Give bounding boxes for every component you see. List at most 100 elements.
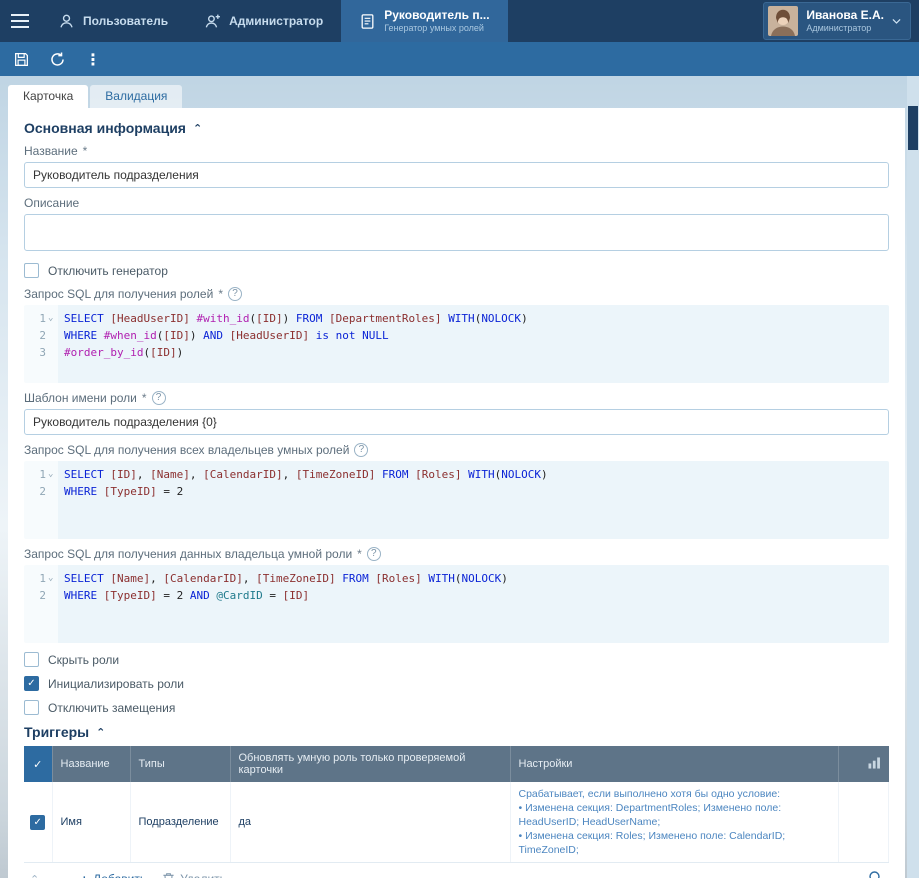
- checkbox-icon: ✓: [30, 815, 45, 830]
- help-icon[interactable]: ?: [354, 443, 368, 457]
- settings-line: Срабатывает, если выполнено хотя бы одно…: [519, 787, 831, 801]
- search-button[interactable]: [868, 870, 883, 878]
- cell-name: Имя: [52, 782, 130, 863]
- checkbox-disable-substitution[interactable]: ✓ Отключить замещения: [24, 700, 889, 715]
- column-header-chart[interactable]: [839, 746, 889, 782]
- sql-code: #order_by_id([ID]): [58, 344, 183, 361]
- tab-card[interactable]: Карточка: [8, 85, 88, 108]
- tab-user[interactable]: Пользователь: [40, 0, 186, 42]
- select-all-checkbox[interactable]: ✓: [24, 746, 52, 782]
- collapse-icon: ⌃: [96, 726, 105, 739]
- label-text: Запрос SQL для получения всех владельцев…: [24, 443, 349, 457]
- delete-row-button[interactable]: Удалить: [162, 872, 226, 878]
- field-label-template: Шаблон имени роли * ?: [24, 391, 889, 405]
- table-footer: ⌃ ⌄ + Добавить Удалить: [24, 863, 889, 878]
- move-down-icon[interactable]: ⌄: [55, 873, 64, 878]
- sql-line: 2WHERE [TypeID] = 2: [24, 483, 889, 500]
- cell-types: Подразделение: [130, 782, 230, 863]
- required-marker: *: [142, 391, 147, 405]
- settings-line: • Изменена секция: Roles; Изменено поле:…: [519, 829, 831, 857]
- required-marker: *: [83, 144, 88, 158]
- sql-editor-roles[interactable]: 1⌄SELECT [HeadUserID] #with_id([ID]) FRO…: [24, 305, 889, 383]
- section-title: Основная информация: [24, 120, 186, 136]
- row-checkbox-cell[interactable]: ✓: [24, 782, 52, 863]
- name-input[interactable]: [24, 162, 889, 188]
- help-icon[interactable]: ?: [367, 547, 381, 561]
- menu-icon[interactable]: [0, 0, 40, 42]
- column-header-update-only[interactable]: Обновлять умную роль только проверяемой …: [230, 746, 510, 782]
- required-marker: *: [218, 287, 223, 301]
- user-icon: [58, 13, 75, 30]
- sql-code: SELECT [HeadUserID] #with_id([ID]) FROM …: [58, 310, 528, 327]
- checkbox-icon: ✓: [24, 676, 39, 691]
- column-header-settings[interactable]: Настройки: [510, 746, 839, 782]
- table-header-row: ✓ Название Типы Обновлять умную роль тол…: [24, 746, 889, 782]
- save-icon: [13, 51, 30, 68]
- sql-code: SELECT [Name], [CalendarID], [TimeZoneID…: [58, 570, 508, 587]
- fold-icon[interactable]: ⌄: [46, 466, 58, 483]
- table-row[interactable]: ✓ Имя Подразделение да Срабатывает, если…: [24, 782, 889, 863]
- line-number: 2: [24, 483, 46, 500]
- label-text: Шаблон имени роли: [24, 391, 137, 405]
- line-number: 2: [24, 587, 46, 604]
- field-label-description: Описание: [24, 196, 889, 210]
- label-text: Название: [24, 144, 78, 158]
- fold-spacer: [46, 587, 58, 604]
- save-button[interactable]: [6, 45, 36, 73]
- chevron-down-icon: [892, 18, 901, 25]
- user-menu[interactable]: Иванова Е.А. Администратор: [763, 2, 911, 40]
- tab-validation[interactable]: Валидация: [90, 85, 182, 108]
- scrollbar-thumb[interactable]: [908, 106, 918, 150]
- line-number: 2: [24, 327, 46, 344]
- trash-icon: [162, 872, 175, 878]
- bar-chart-icon: [868, 757, 881, 769]
- sql-line: 1⌄SELECT [ID], [Name], [CalendarID], [Ti…: [24, 466, 889, 483]
- avatar: [768, 6, 798, 36]
- help-icon[interactable]: ?: [152, 391, 166, 405]
- line-number: 3: [24, 344, 46, 361]
- sql-line: 2WHERE [TypeID] = 2 AND @CardID = [ID]: [24, 587, 889, 604]
- document-icon: [359, 13, 376, 30]
- checkbox-init-roles[interactable]: ✓ Инициализировать роли: [24, 676, 889, 691]
- tab-role-generator[interactable]: Руководитель п... Генератор умных ролей: [341, 0, 507, 42]
- sql-editor-owners[interactable]: 1⌄SELECT [ID], [Name], [CalendarID], [Ti…: [24, 461, 889, 539]
- sql-line: 1⌄SELECT [HeadUserID] #with_id([ID]) FRO…: [24, 310, 889, 327]
- line-number: 1: [24, 570, 46, 587]
- tab-admin[interactable]: Администратор: [186, 0, 341, 42]
- fold-icon[interactable]: ⌄: [46, 310, 58, 327]
- triggers-table: ✓ Название Типы Обновлять умную роль тол…: [24, 746, 889, 863]
- checkbox-label: Инициализировать роли: [48, 677, 184, 691]
- column-header-types[interactable]: Типы: [130, 746, 230, 782]
- user-role: Администратор: [806, 23, 884, 34]
- card-form-panel: Основная информация ⌃ Название * Описани…: [8, 108, 905, 878]
- settings-line: • Изменена секция: DepartmentRoles; Изме…: [519, 801, 831, 829]
- checkbox-icon: ✓: [24, 652, 39, 667]
- fold-spacer: [46, 327, 58, 344]
- refresh-icon: [49, 51, 66, 68]
- fold-icon[interactable]: ⌄: [46, 570, 58, 587]
- column-header-name[interactable]: Название: [52, 746, 130, 782]
- checkbox-disable-generator[interactable]: ✓ Отключить генератор: [24, 263, 889, 278]
- field-label-name: Название *: [24, 144, 889, 158]
- label-text: Описание: [24, 196, 79, 210]
- refresh-button[interactable]: [42, 45, 72, 73]
- sql-editor-owner-data[interactable]: 1⌄SELECT [Name], [CalendarID], [TimeZone…: [24, 565, 889, 643]
- vertical-scrollbar[interactable]: [907, 76, 919, 878]
- sql-line: 3 #order_by_id([ID]): [24, 344, 889, 361]
- more-actions-button[interactable]: ⋮: [78, 45, 108, 73]
- user-plus-icon: [204, 13, 221, 30]
- tab-label: Администратор: [229, 14, 323, 28]
- user-name: Иванова Е.А.: [806, 8, 884, 23]
- role-name-template-input[interactable]: [24, 409, 889, 435]
- checkbox-hide-roles[interactable]: ✓ Скрыть роли: [24, 652, 889, 667]
- section-triggers[interactable]: Триггеры ⌃: [24, 724, 889, 740]
- section-main-info[interactable]: Основная информация ⌃: [24, 120, 889, 136]
- add-label: Добавить: [93, 872, 146, 878]
- fold-spacer: [46, 344, 58, 361]
- field-label-sql-roles: Запрос SQL для получения ролей * ?: [24, 287, 889, 301]
- help-icon[interactable]: ?: [228, 287, 242, 301]
- move-up-icon[interactable]: ⌃: [30, 873, 39, 878]
- plus-icon: +: [80, 872, 88, 878]
- description-input[interactable]: [24, 214, 889, 251]
- add-row-button[interactable]: + Добавить: [80, 872, 146, 878]
